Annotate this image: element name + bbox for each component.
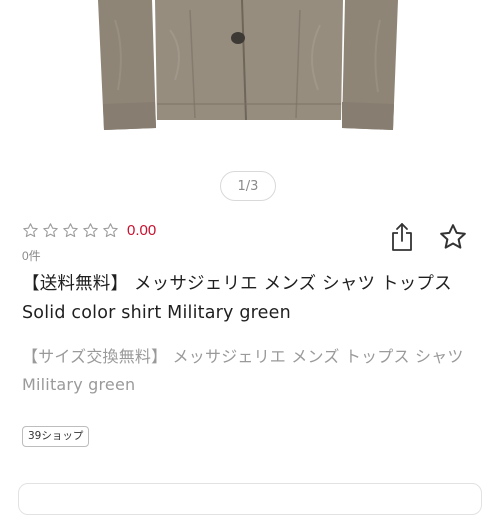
star-outline-icon — [440, 224, 466, 249]
favorite-button[interactable] — [438, 222, 468, 252]
product-image[interactable] — [0, 0, 498, 175]
share-button[interactable] — [389, 221, 415, 253]
star-outline-icon — [103, 223, 118, 238]
review-count[interactable]: 0件 — [22, 247, 41, 264]
shop-tag-badge[interactable]: 39ショップ — [22, 426, 90, 447]
jacket-photo — [98, 0, 398, 130]
product-subtitle: 【サイズ交換無料】 メッサジェリエ メンズ トップス シャツ Military … — [22, 347, 464, 394]
rating-row[interactable]: 0.00 — [22, 222, 156, 239]
star-outline-icon — [23, 223, 38, 238]
jacket-button — [231, 32, 245, 44]
star-outline-icon — [83, 223, 98, 238]
star-outline-icon — [43, 223, 58, 238]
jacket-body — [155, 0, 343, 120]
rating-value: 0.00 — [127, 222, 157, 239]
jacket-right-cuff — [342, 102, 394, 130]
share-icon — [392, 223, 412, 251]
rating-stars — [22, 222, 119, 239]
jacket-left-cuff — [103, 102, 156, 130]
star-outline-icon — [63, 223, 78, 238]
product-title: 【送料無料】 メッサジェリエ メンズ シャツ トップス Solid color … — [22, 274, 452, 323]
next-section-card — [18, 483, 482, 515]
image-pager[interactable]: 1/3 — [220, 171, 276, 201]
